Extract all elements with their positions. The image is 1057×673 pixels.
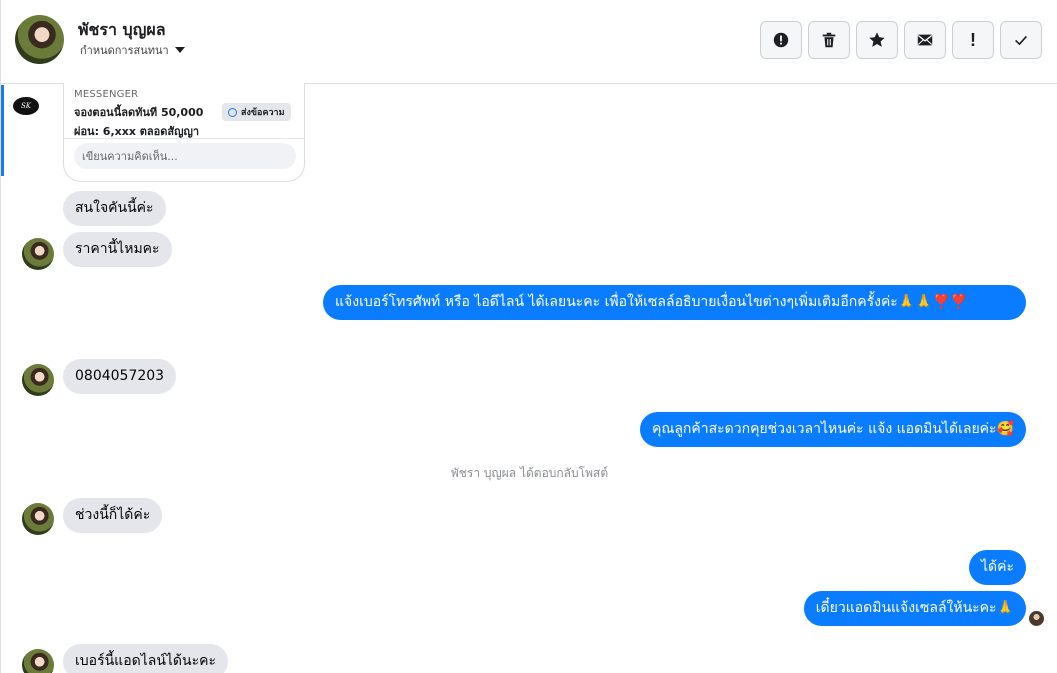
- message-bubble-outgoing[interactable]: ได้ค่ะ: [968, 550, 1026, 585]
- message-thread[interactable]: SK MESSENGER จองตอนนี้ลดทันที 50,000 ผ่อ…: [1, 83, 1057, 673]
- important-button[interactable]: !: [952, 21, 994, 59]
- system-message: พัชรา บุญผล ได้ตอบกลับโพสต์: [450, 466, 609, 480]
- report-spam-button[interactable]: [760, 21, 802, 59]
- alert-circle-icon: [773, 32, 789, 48]
- contact-avatar[interactable]: [15, 15, 64, 64]
- contact-avatar-small: [22, 503, 54, 535]
- contact-avatar-small: [22, 364, 54, 396]
- contact-name[interactable]: พัชรา บุญผล: [78, 18, 166, 43]
- message-bubble-incoming[interactable]: ช่วงนี้ก็ได้ค่ะ: [63, 498, 163, 533]
- delete-button[interactable]: [808, 21, 850, 59]
- star-icon: [869, 32, 885, 47]
- messenger-icon: [228, 107, 237, 117]
- message-bubble-incoming[interactable]: สนใจคันนี้ค่ะ: [63, 191, 166, 226]
- comment-input[interactable]: เขียนความคิดเห็น...: [74, 143, 296, 169]
- mark-done-button[interactable]: [1000, 21, 1042, 59]
- check-icon: [1015, 35, 1028, 46]
- send-message-button[interactable]: ส่งข้อความ: [222, 103, 291, 121]
- conversation-status-label: กำหนดการสนทนา: [80, 44, 169, 57]
- envelope-icon: [917, 34, 933, 46]
- mark-unread-button[interactable]: [904, 21, 946, 59]
- message-bubble-incoming[interactable]: 0804057203: [63, 359, 177, 394]
- ad-headline: จองตอนนี้ลดทันที 50,000: [74, 106, 204, 119]
- conversation-status-dropdown[interactable]: กำหนดการสนทนา: [80, 41, 185, 59]
- message-bubble-outgoing[interactable]: แจ้งเบอร์โทรศัพท์ หรือ ไอดีไลน์ ได้เลยนะ…: [323, 285, 1026, 320]
- message-bubble-outgoing[interactable]: เดี๋ยวแอดมินแจ้งเซลล์ให้นะคะ🙏: [803, 591, 1026, 626]
- conversation-view: พัชรา บุญผล กำหนดการสนทนา ! SK MESSENGER…: [0, 0, 1057, 673]
- ad-post-card[interactable]: MESSENGER จองตอนนี้ลดทันที 50,000 ผ่อน: …: [63, 83, 305, 182]
- page-logo: SK: [13, 97, 39, 115]
- active-thread-indicator: [1, 85, 4, 176]
- header-actions: !: [760, 21, 1042, 59]
- caret-down-icon: [174, 47, 185, 53]
- star-button[interactable]: [856, 21, 898, 59]
- ad-source-label: MESSENGER: [74, 89, 139, 100]
- exclamation-icon: !: [970, 29, 976, 50]
- divider: [64, 138, 304, 139]
- message-bubble-incoming[interactable]: เบอร์นี้แอดไลน์ได้นะคะ: [63, 644, 228, 673]
- conversation-header: พัชรา บุญผล กำหนดการสนทนา !: [1, 0, 1057, 84]
- seen-indicator-avatar: [1029, 611, 1044, 626]
- contact-avatar-small: [22, 238, 54, 270]
- message-bubble-incoming[interactable]: ราคานี้ไหมคะ: [63, 232, 172, 267]
- contact-avatar-small: [22, 649, 54, 673]
- send-message-label: ส่งข้อความ: [241, 108, 285, 118]
- message-bubble-outgoing[interactable]: คุณลูกค้าสะดวกคุยช่วงเวลาไหนค่ะ แจ้ง แอด…: [639, 412, 1026, 447]
- trash-icon: [822, 32, 836, 48]
